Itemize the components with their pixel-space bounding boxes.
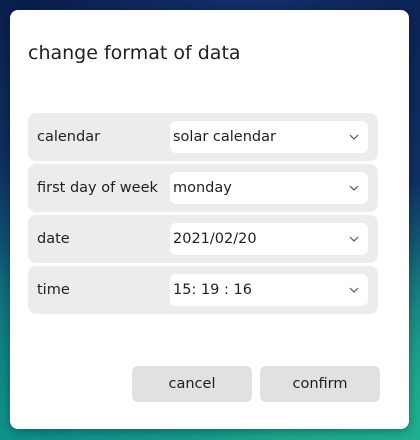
chevron-down-icon: [349, 134, 359, 140]
row-date: date 2021/02/20: [28, 215, 378, 263]
date-value: 2021/02/20: [173, 231, 257, 247]
calendar-label: calendar: [37, 129, 101, 145]
confirm-button[interactable]: confirm: [260, 366, 380, 402]
calendar-value: solar calendar: [173, 129, 276, 145]
row-calendar: calendar solar calendar: [28, 113, 378, 161]
calendar-dropdown[interactable]: solar calendar: [170, 121, 368, 153]
settings-list: calendar solar calendar first day of wee…: [28, 113, 378, 317]
dialog-title: change format of data: [28, 42, 241, 64]
first-day-of-week-dropdown[interactable]: monday: [170, 172, 368, 204]
time-label: time: [37, 282, 70, 298]
desktop-background: change format of data calendar solar cal…: [0, 0, 420, 440]
cancel-button[interactable]: cancel: [132, 366, 252, 402]
row-time: time 15: 19 : 16: [28, 266, 378, 314]
chevron-down-icon: [349, 185, 359, 191]
time-value: 15: 19 : 16: [173, 282, 252, 298]
date-dropdown[interactable]: 2021/02/20: [170, 223, 368, 255]
time-dropdown[interactable]: 15: 19 : 16: [170, 274, 368, 306]
chevron-down-icon: [349, 236, 359, 242]
format-dialog: change format of data calendar solar cal…: [10, 10, 409, 429]
row-first-day-of-week: first day of week monday: [28, 164, 378, 212]
date-label: date: [37, 231, 70, 247]
chevron-down-icon: [349, 287, 359, 293]
first-day-of-week-label: first day of week: [37, 180, 158, 196]
first-day-of-week-value: monday: [173, 180, 232, 196]
